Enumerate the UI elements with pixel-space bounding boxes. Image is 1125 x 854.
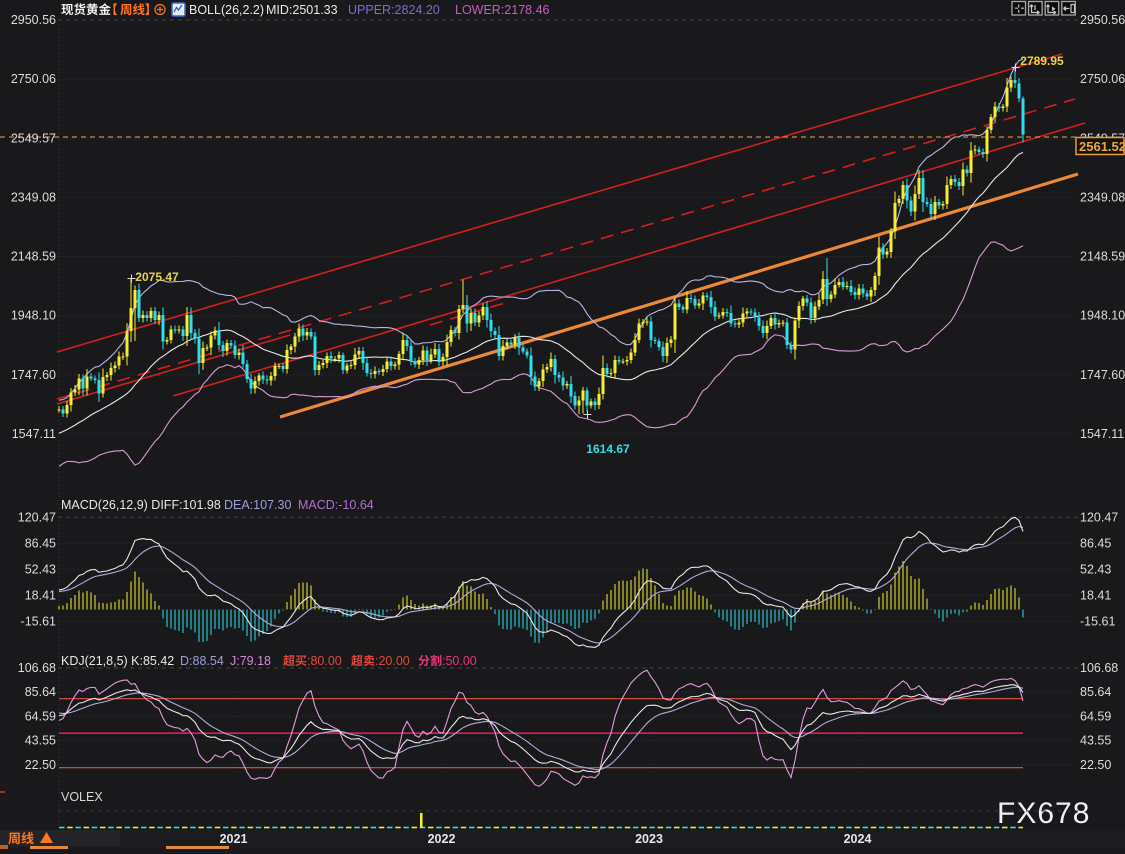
svg-text:-15.61: -15.61 [1080,614,1115,628]
svg-text:2021: 2021 [220,832,248,846]
svg-text:-15.61: -15.61 [21,614,56,628]
svg-text:43.55: 43.55 [25,734,56,748]
svg-text:2148.59: 2148.59 [11,250,56,264]
svg-text:85.64: 85.64 [1080,685,1111,699]
svg-text:2950.56: 2950.56 [1080,13,1125,27]
svg-text:86.45: 86.45 [1080,536,1111,550]
svg-text:MACD:-10.64: MACD:-10.64 [298,498,374,512]
svg-text:2024: 2024 [844,832,872,846]
svg-text:85.64: 85.64 [25,685,56,699]
svg-text:FX678: FX678 [997,797,1090,830]
svg-text:UPPER:2824.20: UPPER:2824.20 [348,3,440,17]
svg-text::80.00: :80.00 [307,654,342,668]
svg-text:22.50: 22.50 [25,758,56,772]
svg-text:120.47: 120.47 [1080,510,1118,524]
svg-text:2950.56: 2950.56 [11,13,56,27]
svg-text:VOLEX: VOLEX [61,790,103,804]
svg-text:52.43: 52.43 [25,562,56,576]
svg-text:2148.59: 2148.59 [1080,250,1125,264]
svg-text:18.41: 18.41 [25,588,56,602]
svg-text:2789.95: 2789.95 [1020,54,1064,68]
svg-text:1547.11: 1547.11 [12,427,56,441]
svg-text:64.59: 64.59 [1080,709,1111,723]
svg-text:2750.06: 2750.06 [11,72,56,86]
svg-text:MID:2501.33: MID:2501.33 [266,3,338,17]
svg-text::50.00: :50.00 [442,654,477,668]
svg-text:1614.67: 1614.67 [586,442,630,456]
svg-text:2750.06: 2750.06 [1080,72,1125,86]
svg-text:2561.52: 2561.52 [1079,139,1125,154]
svg-text:64.59: 64.59 [25,709,56,723]
svg-text:KDJ(21,8,5) K:85.42: KDJ(21,8,5) K:85.42 [61,654,174,668]
svg-text:2023: 2023 [635,832,663,846]
svg-text:J:79.18: J:79.18 [230,654,271,668]
svg-text:86.45: 86.45 [25,536,56,550]
svg-text:106.68: 106.68 [18,661,56,675]
svg-text:BOLL(26,2.2): BOLL(26,2.2) [189,3,264,17]
svg-text:106.68: 106.68 [1080,661,1118,675]
svg-text:D:88.54: D:88.54 [180,654,224,668]
svg-text:22.50: 22.50 [1080,758,1111,772]
svg-text:1948.10: 1948.10 [11,309,56,323]
svg-text:2022: 2022 [428,832,456,846]
svg-text:18.41: 18.41 [1080,588,1111,602]
svg-text:2075.47: 2075.47 [135,270,179,284]
svg-text:2549.57: 2549.57 [11,131,56,145]
svg-text:LOWER:2178.46: LOWER:2178.46 [455,3,550,17]
svg-text:1547.11: 1547.11 [1080,427,1124,441]
svg-text:1747.60: 1747.60 [1080,368,1125,382]
svg-text:2349.08: 2349.08 [11,190,56,204]
svg-text:1948.10: 1948.10 [1080,309,1125,323]
svg-text:52.43: 52.43 [1080,562,1111,576]
svg-text:43.55: 43.55 [1080,734,1111,748]
svg-text:2349.08: 2349.08 [1080,190,1125,204]
svg-text::20.00: :20.00 [375,654,410,668]
svg-text:DEA:107.30: DEA:107.30 [224,498,291,512]
svg-text:MACD(26,12,9) DIFF:101.98: MACD(26,12,9) DIFF:101.98 [61,498,221,512]
svg-text:120.47: 120.47 [18,510,56,524]
svg-text:1747.60: 1747.60 [11,368,56,382]
